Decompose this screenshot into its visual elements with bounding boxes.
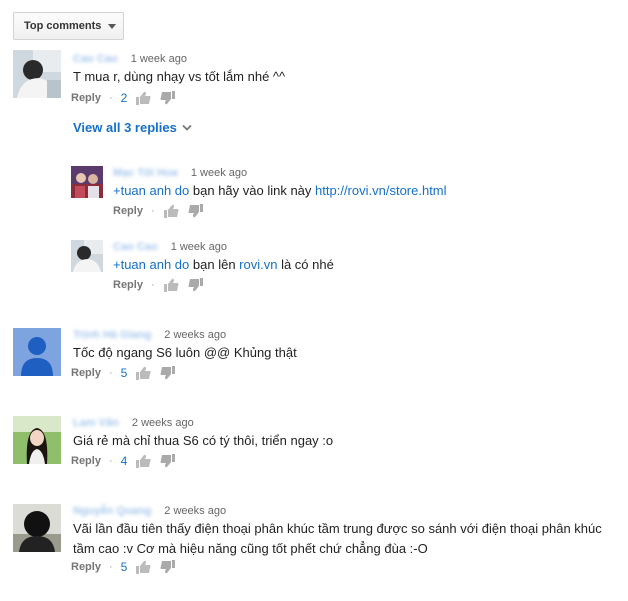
comment-author[interactable]: Nguyễn Quang <box>73 505 151 517</box>
comment-item: Cao Cao 1 week ago T mua r, dùng nhạy vs… <box>13 50 613 110</box>
sort-label: Top comments <box>24 20 102 32</box>
reply-button[interactable]: Reply <box>71 367 101 379</box>
mention-link[interactable]: +tuan anh do <box>113 257 189 272</box>
comment-timestamp[interactable]: 1 week ago <box>171 241 227 253</box>
comment-text: bạn hãy vào link này <box>189 183 316 198</box>
comment-author[interactable]: Trịnh Hà Giang <box>73 329 151 341</box>
comment-timestamp[interactable]: 2 weeks ago <box>164 505 226 517</box>
view-all-replies-button[interactable]: View all 3 replies <box>73 120 192 135</box>
reply-button[interactable]: Reply <box>71 92 101 104</box>
comment-item: Trịnh Hà Giang 2 weeks ago Tốc độ ngang … <box>13 328 613 388</box>
like-count: 5 <box>120 560 128 574</box>
thumbs-down-icon[interactable] <box>160 366 176 380</box>
url-link[interactable]: rovi.vn <box>239 257 277 272</box>
comment-timestamp[interactable]: 1 week ago <box>131 53 187 65</box>
reply-item: Cao Cao 1 week ago +tuan anh do bạn lên … <box>71 240 611 294</box>
avatar-photo-icon <box>13 50 61 98</box>
reply-button[interactable]: Reply <box>71 455 101 467</box>
comment-timestamp[interactable]: 1 week ago <box>191 167 247 179</box>
reply-button[interactable]: Reply <box>113 279 143 291</box>
like-count: 4 <box>120 454 128 468</box>
avatar[interactable] <box>71 240 103 272</box>
avatar[interactable] <box>13 50 61 98</box>
thumbs-up-icon[interactable] <box>136 454 151 468</box>
reply-item: Mạc Tôi Hoa 1 week ago +tuan anh do bạn … <box>71 166 611 220</box>
comment-text: Giá rẻ mà chỉ thua S6 có tý thôi, triển … <box>73 433 334 448</box>
comment-text: T mua r, dùng nhạy vs tốt lắm nhé ^^ <box>73 69 286 84</box>
thumbs-up-icon[interactable] <box>136 366 151 380</box>
comment-item: Nguyễn Quang 2 weeks ago Vãi lần đầu tiê… <box>13 504 618 584</box>
sort-comments-button[interactable]: Top comments <box>13 12 124 40</box>
view-replies-label: View all 3 replies <box>73 120 177 135</box>
avatar-photo-icon <box>13 504 61 552</box>
thumbs-down-icon[interactable] <box>188 278 203 292</box>
avatar[interactable] <box>13 504 61 552</box>
comment-author[interactable]: Mạc Tôi Hoa <box>113 167 178 179</box>
avatar[interactable] <box>13 416 61 464</box>
chevron-down-icon <box>182 124 192 131</box>
like-count: 5 <box>120 366 128 380</box>
default-user-icon <box>13 328 61 376</box>
comment-text: Vãi lần đầu tiên thấy điện thoại phân kh… <box>73 521 602 556</box>
comment-author[interactable]: Lam Vân <box>73 417 119 429</box>
avatar-photo-icon <box>13 416 61 464</box>
avatar-photo-icon <box>71 166 103 198</box>
comment-timestamp[interactable]: 2 weeks ago <box>164 329 226 341</box>
thumbs-down-icon[interactable] <box>160 91 176 105</box>
thumbs-down-icon[interactable] <box>160 560 176 574</box>
reply-button[interactable]: Reply <box>71 561 101 573</box>
comment-item: Lam Vân 2 weeks ago Giá rẻ mà chỉ thua S… <box>13 416 613 476</box>
separator-dot: · <box>108 561 113 573</box>
comment-author[interactable]: Cao Cao <box>113 241 158 253</box>
thumbs-down-icon[interactable] <box>188 204 203 218</box>
comment-text: Tốc độ ngang S6 luôn @@ Khủng thật <box>73 345 297 360</box>
comment-timestamp[interactable]: 2 weeks ago <box>132 417 194 429</box>
caret-down-icon <box>108 23 117 29</box>
thumbs-down-icon[interactable] <box>160 454 176 468</box>
thumbs-up-icon[interactable] <box>163 278 179 292</box>
comment-text-end: là có nhé <box>277 257 334 272</box>
reply-button[interactable]: Reply <box>113 205 143 217</box>
url-link[interactable]: http://rovi.vn/store.html <box>315 183 447 198</box>
separator-dot: · <box>108 92 113 104</box>
comment-text: bạn lên <box>189 257 240 272</box>
thumbs-up-icon[interactable] <box>136 560 151 574</box>
thumbs-up-icon[interactable] <box>136 91 151 105</box>
thumbs-up-icon[interactable] <box>163 204 179 218</box>
avatar[interactable] <box>13 328 61 376</box>
comment-author[interactable]: Cao Cao <box>73 53 118 65</box>
avatar-photo-icon <box>71 240 103 272</box>
avatar[interactable] <box>71 166 103 198</box>
separator-dot: · <box>150 279 155 291</box>
mention-link[interactable]: +tuan anh do <box>113 183 189 198</box>
separator-dot: · <box>108 367 113 379</box>
separator-dot: · <box>108 455 113 467</box>
like-count: 2 <box>120 91 128 105</box>
separator-dot: · <box>150 205 155 217</box>
